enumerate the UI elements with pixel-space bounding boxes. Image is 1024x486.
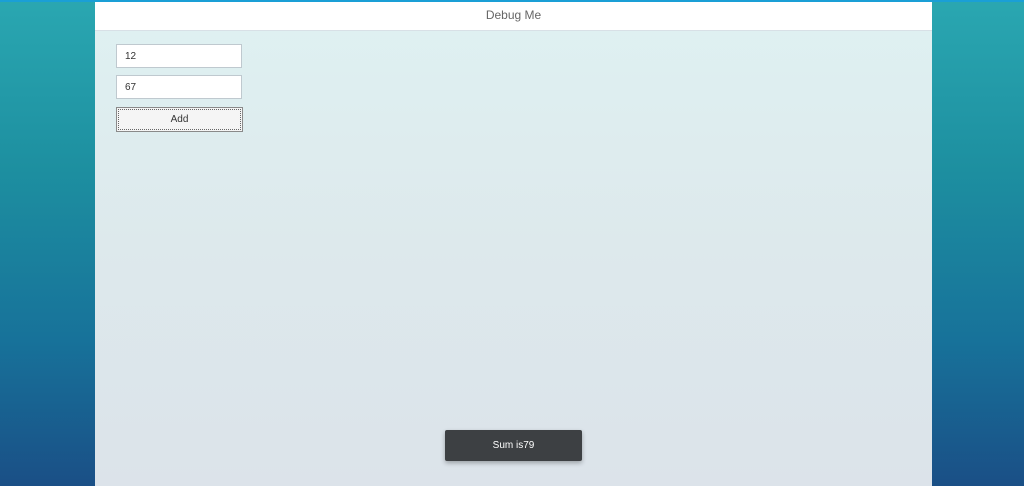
add-button-label: Add <box>170 114 189 125</box>
sum-toast-message: Sum is79 <box>492 440 535 451</box>
app-shell: Debug Me Add <box>95 2 932 486</box>
sum-toast: Sum is79 <box>445 430 582 461</box>
first-number-input[interactable] <box>116 44 242 68</box>
add-button[interactable]: Add <box>116 107 243 132</box>
app-header: Debug Me <box>95 2 932 31</box>
page-title: Debug Me <box>485 8 542 22</box>
second-number-input[interactable] <box>116 75 242 99</box>
